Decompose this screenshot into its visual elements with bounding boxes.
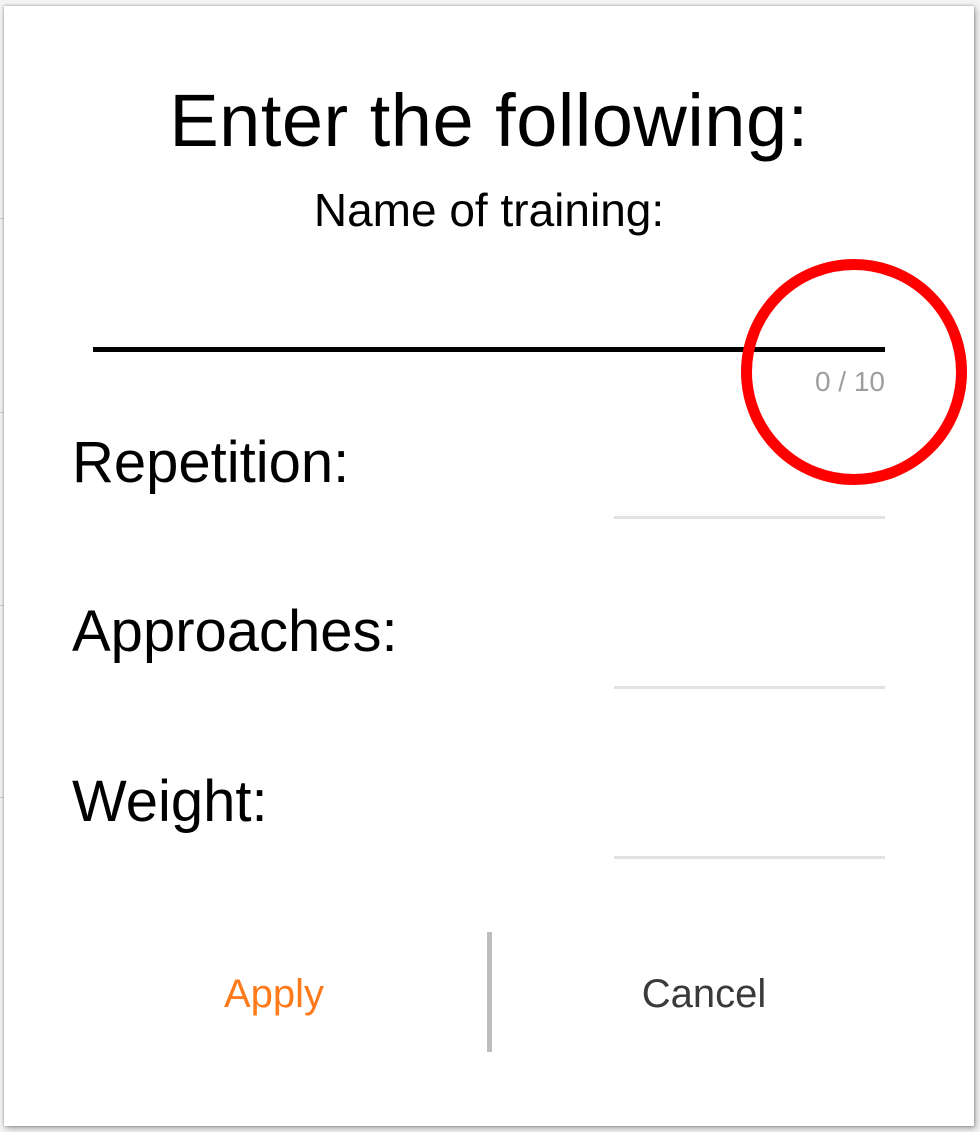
weight-underline [614, 856, 885, 859]
training-name-input[interactable] [93, 278, 885, 348]
approaches-label: Approaches: [72, 599, 398, 664]
approaches-input[interactable] [614, 626, 885, 686]
cancel-button[interactable]: Cancel [524, 954, 884, 1034]
training-name-underline [93, 347, 885, 352]
repetition-underline [614, 516, 885, 519]
weight-label: Weight: [72, 769, 268, 834]
approaches-underline [614, 686, 885, 689]
repetition-input[interactable] [614, 456, 885, 516]
button-divider [487, 932, 492, 1052]
dialog-title: Enter the following: [169, 79, 809, 162]
training-name-label: Name of training: [313, 184, 665, 236]
weight-input[interactable] [614, 796, 885, 856]
character-counter: 0 / 10 [814, 366, 885, 397]
training-dialog: Enter the following: Name of training: 0… [4, 6, 974, 1126]
repetition-label: Repetition: [72, 430, 350, 495]
apply-button[interactable]: Apply [94, 954, 454, 1034]
